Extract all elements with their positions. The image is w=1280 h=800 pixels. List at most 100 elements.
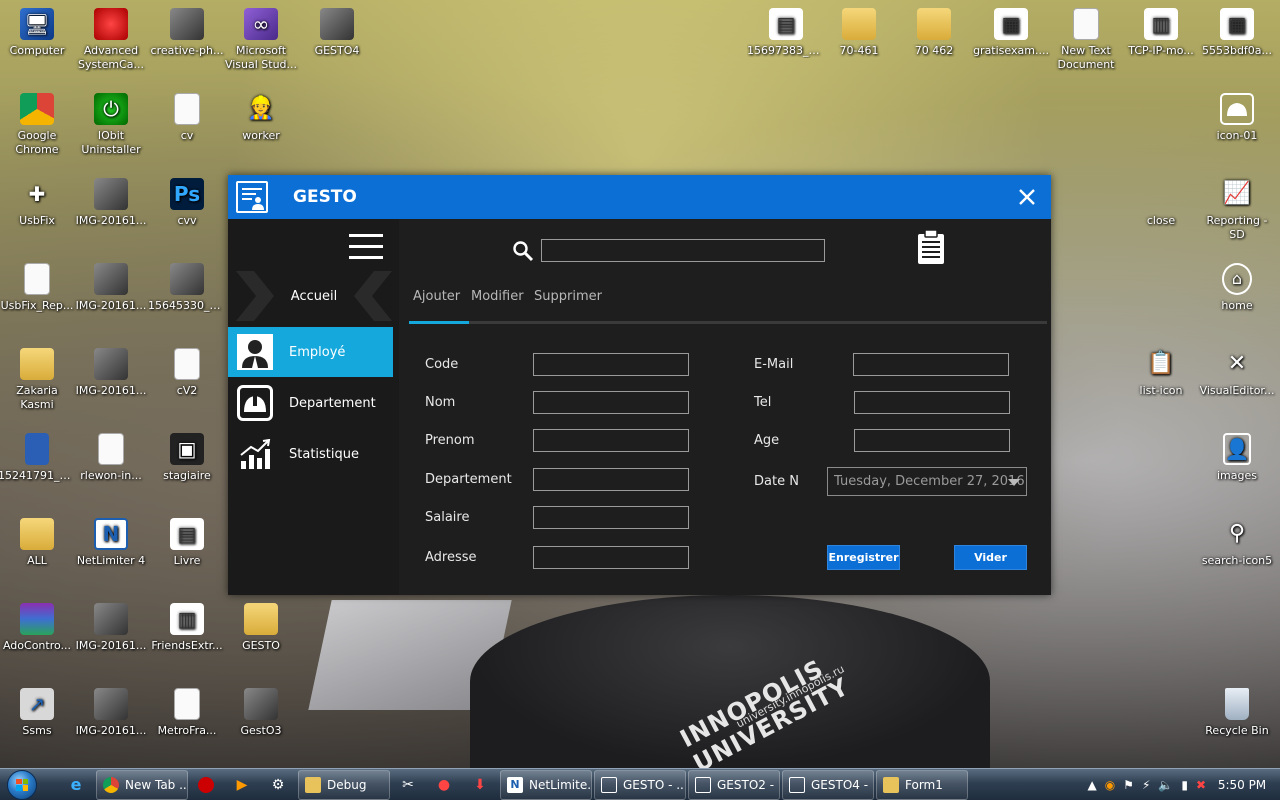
taskbar-item-debug[interactable]: Debug (298, 769, 390, 800)
desktop-icon-img-20161-a[interactable]: IMG-20161... (72, 178, 150, 228)
desktop-icon-70-461[interactable]: 70-461 (820, 8, 898, 58)
desktop-icon-gesto4[interactable]: GESTO4 (298, 8, 376, 58)
desktop-icon-new-text-document[interactable]: New Text Document (1047, 8, 1125, 72)
salaire-field[interactable] (533, 506, 689, 529)
desktop-icon-all[interactable]: ALL (0, 518, 76, 568)
action-center-icon[interactable]: ✖ (1196, 778, 1206, 792)
desktop-icon-usbfix[interactable]: ✚ UsbFix (0, 178, 76, 228)
title-bar[interactable]: GESTO (228, 175, 1051, 219)
desktop-icon-15241791[interactable]: 15241791_1... (0, 433, 76, 483)
taskbar-item-form1[interactable]: Form1 (876, 769, 968, 800)
departement-field[interactable] (533, 468, 689, 491)
adresse-field[interactable] (533, 546, 689, 569)
desktop-icon-advanced-systemcare[interactable]: Advanced SystemCa... (72, 8, 150, 72)
taskbar-item-gesto2[interactable]: GESTO2 - ... (688, 769, 780, 800)
taskbar-item-gesto[interactable]: GESTO - ... (594, 769, 686, 800)
desktop-icon-img-20161-d[interactable]: IMG-20161... (72, 603, 150, 653)
desktop-icon-adocontrol[interactable]: AdoContro... (0, 603, 76, 653)
desktop-icon-rlewon[interactable]: rlewon-in... (72, 433, 150, 483)
code-field[interactable] (533, 353, 689, 376)
power-icon[interactable]: ⚡ (1142, 778, 1150, 792)
desktop-icon-usbfix-rep[interactable]: UsbFix_Rep... (0, 263, 76, 313)
desktop-icon-cvv[interactable]: Ps cvv (148, 178, 226, 228)
desktop-icon-creative-ph[interactable]: creative-ph... (148, 8, 226, 58)
sidebar-item-employe[interactable]: Employé (228, 327, 393, 377)
tab-modifier[interactable]: Modifier (471, 289, 524, 304)
desktop-icon-visual-studio[interactable]: ∞ Microsoft Visual Stud... (222, 8, 300, 72)
internet-explorer-pin[interactable]: e (58, 770, 94, 800)
taskbar-item-chrome[interactable]: New Tab ... (96, 769, 188, 800)
desktop-icon-img-20161-c[interactable]: IMG-20161... (72, 348, 150, 398)
network-icon[interactable]: ▮ (1181, 778, 1188, 792)
desktop-icon-stagiaire[interactable]: ▣ stagiaire (148, 433, 226, 483)
desktop-icon-70-462[interactable]: 70 462 (895, 8, 973, 58)
home-nav-button[interactable]: Accueil (236, 271, 392, 321)
date-picker[interactable]: Tuesday, December 27, 2016 (827, 467, 1027, 496)
desktop-icon-close[interactable]: close (1122, 178, 1200, 228)
volume-icon[interactable]: 🔈 (1158, 778, 1173, 792)
home-nav-label: Accueil (290, 288, 338, 304)
taskbar-item-netlimiter[interactable]: N NetLimite... (500, 769, 592, 800)
desktop-icon-visualeditor[interactable]: ✕ VisualEditor... (1198, 348, 1276, 398)
desktop-icon-images[interactable]: 👤 images (1198, 433, 1276, 483)
desktop-icon-home[interactable]: ⌂ home (1198, 263, 1276, 313)
desktop-icon-img-20161-e[interactable]: IMG-20161... (72, 688, 150, 738)
start-button[interactable] (0, 769, 44, 800)
desktop-icon-zakaria-kasmi[interactable]: Zakaria Kasmi (0, 348, 76, 412)
desktop-icon-livre[interactable]: ▤ Livre (148, 518, 226, 568)
desktop-icon-cv2[interactable]: cV2 (148, 348, 226, 398)
desktop-icon-cv[interactable]: cv (148, 93, 226, 143)
desktop-icon-list-icon[interactable]: 📋 list-icon (1122, 348, 1200, 398)
taskbar-pin-red-app[interactable]: ● (426, 770, 462, 800)
desktop-icon-gesto-folder[interactable]: GESTO (222, 603, 300, 653)
taskbar-pin-download[interactable]: ⬇ (462, 770, 498, 800)
taskbar-item-gesto4[interactable]: GESTO4 - ... (782, 769, 874, 800)
taskbar-pin-red[interactable] (188, 770, 224, 800)
desktop-icon-metrofra[interactable]: MetroFra... (148, 688, 226, 738)
desktop-icon-worker[interactable]: 👷 worker (222, 93, 300, 143)
tel-field[interactable] (854, 391, 1010, 414)
close-icon: ✕ (1227, 351, 1247, 376)
search-input[interactable] (541, 239, 825, 262)
taskbar-clock[interactable]: 5:50 PM (1214, 778, 1270, 792)
recycle-bin-icon (1225, 688, 1249, 720)
desktop-icon-img-20161-b[interactable]: IMG-20161... (72, 263, 150, 313)
desktop-icon-netlimiter[interactable]: N NetLimiter 4 (72, 518, 150, 568)
desktop-icon-ssms[interactable]: ↗ Ssms (0, 688, 76, 738)
sidebar-item-statistique[interactable]: Statistique (228, 429, 393, 479)
taskbar-pin-tools[interactable]: ✂ (390, 770, 426, 800)
desktop-icon-recycle-bin[interactable]: Recycle Bin (1198, 688, 1276, 738)
flag-icon[interactable]: ⚑ (1123, 778, 1134, 792)
clipboard-icon[interactable] (916, 229, 946, 265)
hamburger-menu-icon[interactable] (349, 234, 383, 260)
desktop-icon-5553bdf0a[interactable]: ▦ 5553bdf0a... (1198, 8, 1276, 58)
desktop-icon-tcp-ip[interactable]: ▥ TCP-IP-mo... (1122, 8, 1200, 58)
desktop-icon-15645330[interactable]: 15645330_1... (148, 263, 226, 313)
tab-ajouter[interactable]: Ajouter (413, 289, 460, 304)
desktop-icon-gesto3[interactable]: GestO3 (222, 688, 300, 738)
email-field[interactable] (853, 353, 1009, 376)
tray-expand-icon[interactable]: ▲ (1087, 778, 1096, 792)
avast-icon[interactable]: ◉ (1105, 778, 1115, 792)
desktop-icon-search-icon5[interactable]: ⚲ search-icon5 (1198, 518, 1276, 568)
sidebar-item-departement[interactable]: Departement (228, 378, 393, 428)
taskbar-pin-media[interactable]: ▶ (224, 770, 260, 800)
desktop-icon-gratisexam[interactable]: ▦ gratisexam.... (972, 8, 1050, 58)
close-button[interactable] (1013, 183, 1041, 211)
desktop-icon-icon-01[interactable]: icon-01 (1198, 93, 1276, 143)
desktop-icon-iobit[interactable]: ⏻ IObit Uninstaller (72, 93, 150, 157)
desktop-icon-reporting-sd[interactable]: 📈 Reporting - SD (1198, 178, 1276, 242)
prenom-field[interactable] (533, 429, 689, 452)
desktop-icon-google-chrome[interactable]: Google Chrome (0, 93, 76, 157)
search-icon[interactable] (512, 240, 534, 262)
computer-icon: 🖥 (20, 8, 54, 40)
taskbar-pin-settings[interactable]: ⚙ (260, 770, 296, 800)
age-field[interactable] (854, 429, 1010, 452)
desktop-icon-friendsextr[interactable]: ▥ FriendsExtr... (148, 603, 226, 653)
desktop-icon-15697383[interactable]: ▤ 15697383_2... (747, 8, 825, 58)
enregistrer-button[interactable]: Enregistrer (827, 545, 900, 570)
nom-field[interactable] (533, 391, 689, 414)
vider-button[interactable]: Vider (954, 545, 1027, 570)
desktop-icon-computer[interactable]: 🖥 Computer (0, 8, 76, 58)
tab-supprimer[interactable]: Supprimer (534, 289, 602, 304)
